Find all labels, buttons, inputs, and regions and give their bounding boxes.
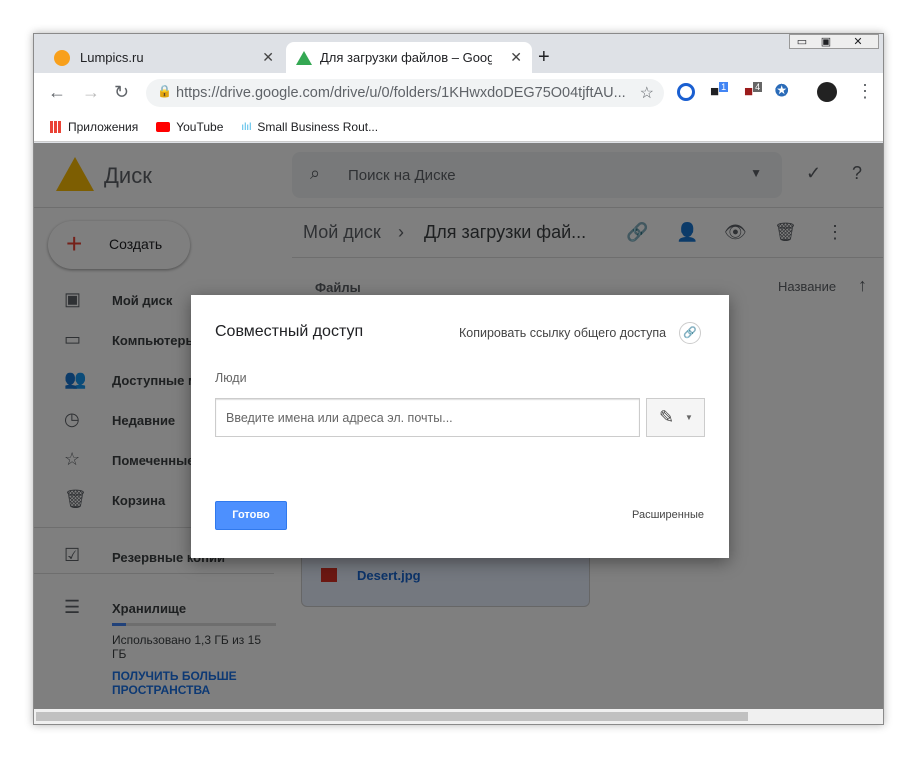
pencil-icon: ✎ — [659, 407, 675, 427]
close-window-button[interactable]: ✕ — [838, 35, 878, 48]
avatar[interactable] — [817, 82, 837, 102]
people-input[interactable]: Введите имена или адреса эл. почты... — [215, 398, 640, 437]
advanced-link[interactable]: Расширенные — [632, 509, 704, 521]
maximize-button[interactable]: ▣ — [814, 35, 838, 48]
close-tab-icon[interactable]: ✕ — [510, 49, 522, 66]
back-button[interactable]: ← — [48, 82, 66, 103]
bookmark-small-business[interactable]: Small Business Rout... — [257, 120, 378, 134]
tab-title: Lumpics.ru — [80, 50, 144, 65]
done-button[interactable]: Готово — [215, 501, 287, 530]
copy-link-button[interactable]: Копировать ссылку общего доступа — [459, 326, 666, 340]
close-tab-icon[interactable]: ✕ — [262, 49, 274, 66]
tab-lumpics[interactable]: Lumpics.ru ✕ — [44, 42, 284, 73]
vpn-extension-icon[interactable] — [677, 83, 695, 101]
people-label: Люди — [215, 371, 247, 385]
dialog-title: Совместный доступ — [215, 323, 364, 340]
input-placeholder: Введите имена или адреса эл. почты... — [226, 411, 453, 425]
toolbar: ← → ↻ 🔒 https://drive.google.com/drive/u… — [34, 73, 883, 113]
extension-icon[interactable]: ■ 1 — [710, 82, 729, 100]
new-tab-button[interactable]: + — [538, 46, 550, 69]
browser-window: ▭ ▣ ✕ Lumpics.ru ✕ Для загрузки файлов –… — [33, 33, 884, 725]
gear-extension-icon[interactable]: ✪ — [775, 81, 788, 101]
bookmark-apps[interactable]: Приложения — [68, 120, 138, 134]
forward-button[interactable]: → — [82, 82, 100, 103]
reload-button[interactable]: ↻ — [114, 82, 129, 103]
apps-icon — [50, 121, 62, 133]
address-bar[interactable]: 🔒 https://drive.google.com/drive/u/0/fol… — [146, 79, 664, 107]
link-icon[interactable]: 🔗 — [679, 322, 701, 344]
lock-icon: 🔒 — [157, 84, 172, 98]
badge: 4 — [753, 82, 763, 92]
minimize-button[interactable]: ▭ — [790, 35, 814, 48]
permission-dropdown[interactable]: ✎ ▼ — [646, 398, 705, 437]
window-controls: ▭ ▣ ✕ — [789, 34, 879, 49]
menu-icon[interactable]: ⋮ — [856, 81, 874, 102]
cisco-icon: ılıl — [241, 121, 252, 133]
orange-icon — [54, 49, 70, 66]
horizontal-scrollbar[interactable] — [34, 709, 883, 724]
share-dialog: Совместный доступ Копировать ссылку обще… — [191, 295, 729, 558]
youtube-icon — [156, 122, 171, 132]
bookmark-youtube[interactable]: YouTube — [176, 120, 223, 134]
badge: 1 — [719, 82, 729, 92]
url-text: https://drive.google.com/drive/u/0/folde… — [176, 85, 626, 101]
star-icon[interactable]: ☆ — [640, 83, 654, 103]
scrollbar-thumb[interactable] — [36, 712, 748, 721]
ublock-icon[interactable]: ■ 4 — [744, 82, 763, 100]
tab-title: Для загрузки файлов – Google Д — [320, 50, 492, 65]
chevron-down-icon: ▼ — [685, 413, 693, 422]
bookmarks-bar: Приложения YouTube ılıl Small Business R… — [34, 113, 883, 142]
drive-page: Диск ⌕ Поиск на Диске ▼ ✓ ? + Создать ▣М… — [34, 143, 883, 709]
drive-icon — [296, 50, 312, 65]
tab-drive[interactable]: Для загрузки файлов – Google Д ✕ — [286, 42, 532, 73]
